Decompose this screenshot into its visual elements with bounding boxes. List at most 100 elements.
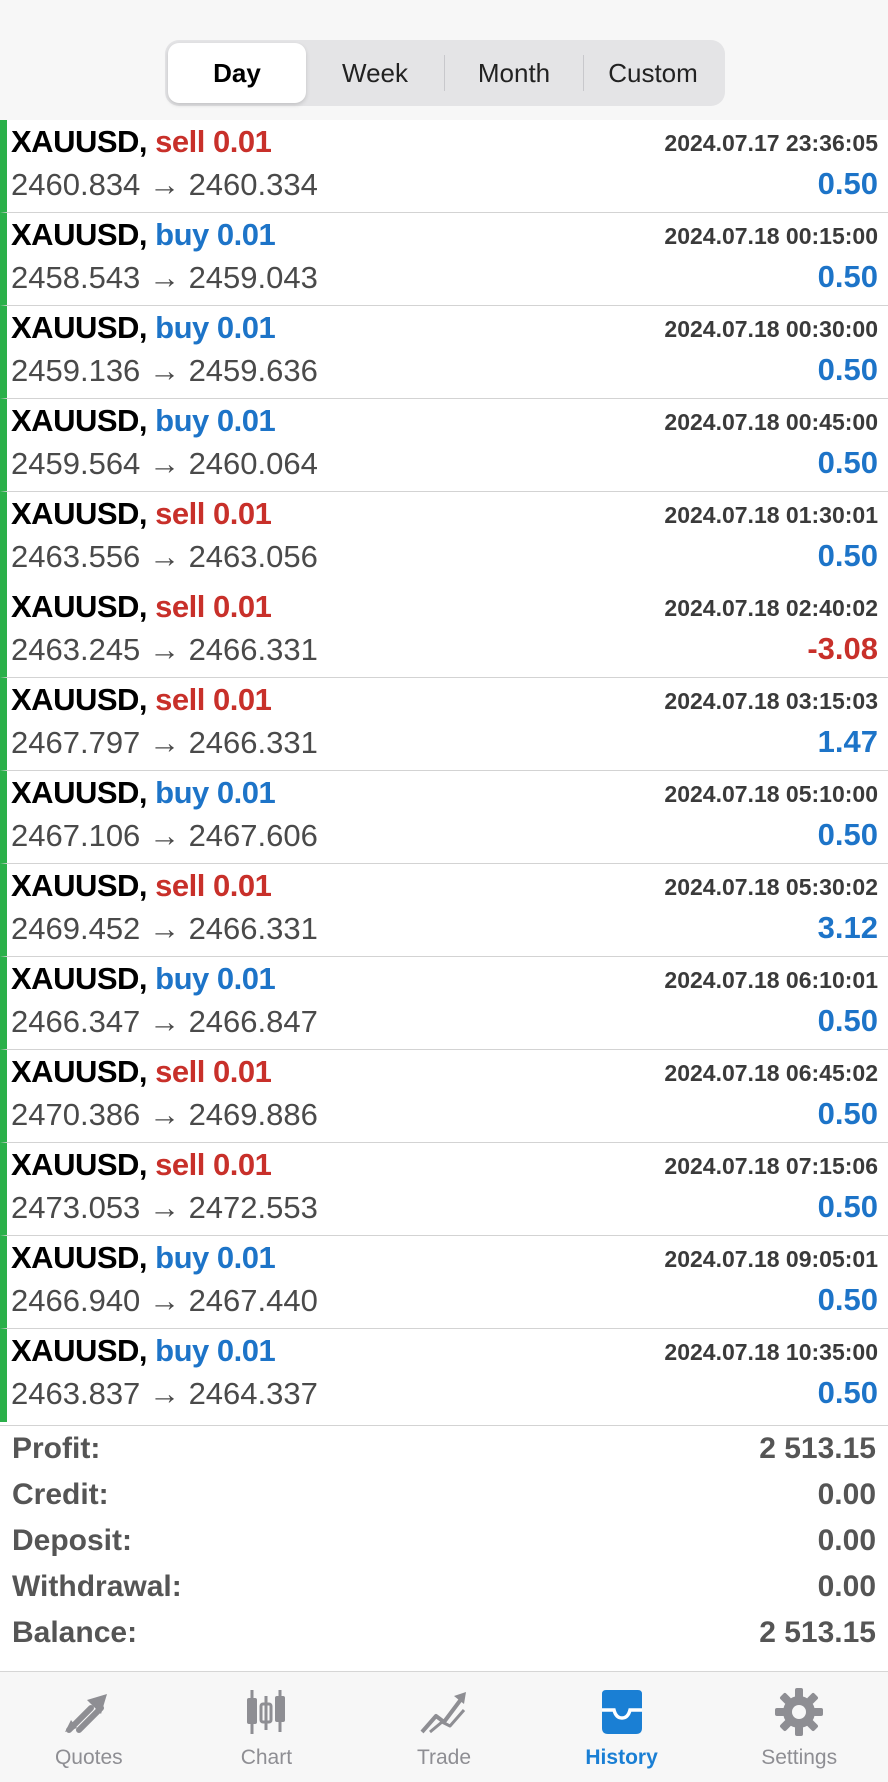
tab-label: Quotes <box>54 1746 123 1769</box>
deal-profit: 0.50 <box>817 1282 878 1317</box>
deal-side: sell <box>155 496 205 531</box>
deal-profit: 0.50 <box>817 445 878 480</box>
deal-type: buy 0.01 <box>155 1333 276 1368</box>
deal-time: 2024.07.18 07:15:06 <box>664 1153 878 1179</box>
deal-time: 2024.07.18 01:30:01 <box>664 502 878 528</box>
deal-row[interactable]: XAUUSD, sell 0.01 2024.07.17 23:36:05 2460… <box>0 120 888 213</box>
summary-label: Profit: <box>12 1432 101 1465</box>
arrow-icon: → <box>148 260 180 295</box>
summary-row-balance: Balance: 2 513.15 <box>0 1610 888 1656</box>
deal-type: buy 0.01 <box>155 961 276 996</box>
deal-symbol: XAUUSD, sell 0.01 <box>11 682 272 718</box>
deal-time: 2024.07.18 05:30:02 <box>664 874 878 900</box>
summary-value: 0.00 <box>817 1570 876 1603</box>
tab-history[interactable]: History <box>533 1672 711 1782</box>
deal-type: sell 0.01 <box>155 1054 272 1089</box>
deal-symbol: XAUUSD, sell 0.01 <box>11 1054 272 1090</box>
deal-row[interactable]: XAUUSD, sell 0.01 2024.07.18 05:30:02 2469… <box>0 864 888 957</box>
segment-week[interactable]: Week <box>306 43 444 103</box>
deal-row[interactable]: XAUUSD, sell 0.01 2024.07.18 02:40:02 2463… <box>0 585 888 678</box>
arrow-icon: → <box>148 1097 180 1132</box>
deal-prices: 2463.556 → 2463.056 <box>11 539 318 575</box>
period-selector-bar: Day Week Month Custom <box>0 0 888 120</box>
open-price: 2459.136 <box>11 353 141 388</box>
deal-profit: -3.08 <box>807 631 878 666</box>
deal-type: buy 0.01 <box>155 1240 276 1275</box>
symbol-text: XAUUSD, <box>11 775 148 810</box>
deal-side: buy <box>155 403 209 438</box>
deal-volume: 0.01 <box>212 682 272 717</box>
tab-settings[interactable]: Settings <box>710 1672 888 1782</box>
summary-row-credit: Credit: 0.00 <box>0 1472 888 1518</box>
open-price: 2470.386 <box>11 1097 141 1132</box>
deal-volume: 0.01 <box>212 868 272 903</box>
deal-prices: 2463.245 → 2466.331 <box>11 632 318 668</box>
summary-label: Credit: <box>12 1478 109 1511</box>
deal-side: sell <box>155 589 205 624</box>
deal-volume: 0.01 <box>212 124 272 159</box>
tab-chart[interactable]: Chart <box>178 1672 356 1782</box>
deal-symbol: XAUUSD, buy 0.01 <box>11 217 276 253</box>
deal-profit: 0.50 <box>817 1003 878 1038</box>
close-price: 2466.331 <box>188 725 318 760</box>
deal-type: buy 0.01 <box>155 403 276 438</box>
trade-icon <box>420 1692 466 1734</box>
deal-profit: 0.50 <box>817 1096 878 1131</box>
deal-type: sell 0.01 <box>155 124 272 159</box>
deal-profit: 1.47 <box>817 724 878 759</box>
segment-month[interactable]: Month <box>445 43 583 103</box>
close-price: 2460.334 <box>188 167 318 202</box>
tab-label: Settings <box>761 1746 838 1769</box>
deal-symbol: XAUUSD, buy 0.01 <box>11 403 276 439</box>
deal-row[interactable]: XAUUSD, buy 0.01 2024.07.18 00:45:00 2459.… <box>0 399 888 492</box>
deal-time: 2024.07.18 00:45:00 <box>664 409 878 435</box>
deal-row[interactable]: XAUUSD, buy 0.01 2024.07.18 00:15:00 2458.… <box>0 213 888 306</box>
segment-label: Day <box>213 57 261 88</box>
deal-side: buy <box>155 1333 209 1368</box>
deal-row[interactable]: XAUUSD, sell 0.01 2024.07.18 01:30:01 2463… <box>0 492 888 585</box>
history-icon <box>601 1690 642 1734</box>
arrow-icon: → <box>148 1376 180 1411</box>
deal-row[interactable]: XAUUSD, sell 0.01 2024.07.18 03:15:03 2467… <box>0 678 888 771</box>
symbol-text: XAUUSD, <box>11 124 148 159</box>
deal-row[interactable]: XAUUSD, sell 0.01 2024.07.18 06:45:02 2470… <box>0 1050 888 1143</box>
symbol-text: XAUUSD, <box>11 403 148 438</box>
segment-label: Week <box>342 57 408 88</box>
close-price: 2460.064 <box>188 446 318 481</box>
deal-prices: 2460.834 → 2460.334 <box>11 167 318 203</box>
summary-value: 0.00 <box>817 1524 876 1557</box>
arrow-icon: → <box>148 167 180 202</box>
segment-day[interactable]: Day <box>168 43 306 103</box>
deal-prices: 2467.106 → 2467.606 <box>11 818 318 854</box>
deal-type: sell 0.01 <box>155 496 272 531</box>
open-price: 2466.940 <box>11 1283 141 1318</box>
deal-time: 2024.07.18 10:35:00 <box>664 1339 878 1365</box>
tab-trade[interactable]: Trade <box>355 1672 533 1782</box>
symbol-text: XAUUSD, <box>11 1240 148 1275</box>
deal-time: 2024.07.17 23:36:05 <box>664 130 878 156</box>
deal-row[interactable]: XAUUSD, buy 0.01 2024.07.18 05:10:00 2467.… <box>0 771 888 864</box>
deal-prices: 2469.452 → 2466.331 <box>11 911 318 947</box>
deal-time: 2024.07.18 06:10:01 <box>664 967 878 993</box>
deal-row[interactable]: XAUUSD, buy 0.01 2024.07.18 00:30:00 2459.… <box>0 306 888 399</box>
deal-side: sell <box>155 1054 205 1089</box>
deal-volume: 0.01 <box>216 1333 276 1368</box>
tab-quotes[interactable]: Quotes <box>0 1672 178 1782</box>
deal-profit: 0.50 <box>817 817 878 852</box>
deal-time: 2024.07.18 00:15:00 <box>664 223 878 249</box>
summary-value: 2 513.15 <box>759 1432 876 1465</box>
deal-side: sell <box>155 868 205 903</box>
segment-custom[interactable]: Custom <box>584 43 722 103</box>
deal-row[interactable]: XAUUSD, buy 0.01 2024.07.18 10:35:00 2463.… <box>0 1329 888 1422</box>
deal-side: sell <box>155 124 205 159</box>
account-summary: Profit: 2 513.15 Credit: 0.00 Deposit: 0… <box>0 1425 888 1671</box>
symbol-text: XAUUSD, <box>11 310 148 345</box>
deal-row[interactable]: XAUUSD, buy 0.01 2024.07.18 06:10:01 2466.… <box>0 957 888 1050</box>
deal-profit: 0.50 <box>817 1375 878 1410</box>
deal-prices: 2458.543 → 2459.043 <box>11 260 318 296</box>
deal-row[interactable]: XAUUSD, sell 0.01 2024.07.18 07:15:06 2473… <box>0 1143 888 1236</box>
deal-symbol: XAUUSD, sell 0.01 <box>11 589 272 625</box>
deal-prices: 2459.564 → 2460.064 <box>11 446 318 482</box>
open-price: 2463.837 <box>11 1376 141 1411</box>
deal-row[interactable]: XAUUSD, buy 0.01 2024.07.18 09:05:01 2466.… <box>0 1236 888 1329</box>
